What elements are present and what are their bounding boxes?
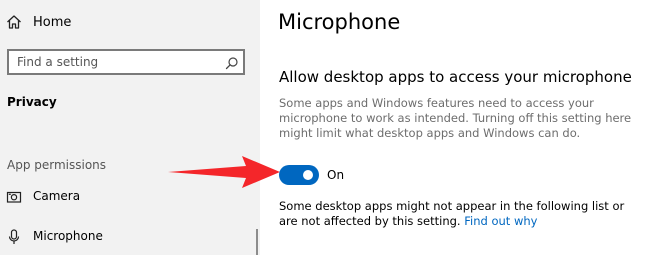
microphone-icon — [6, 229, 22, 245]
section-title: Allow desktop apps to access your microp… — [279, 68, 632, 86]
toggle-state-label: On — [327, 168, 345, 182]
search-box[interactable] — [7, 49, 245, 75]
page-title: Microphone — [278, 10, 401, 34]
toggle-knob — [303, 170, 313, 180]
note-body: Some desktop apps might not appear in th… — [279, 199, 625, 228]
home-icon — [6, 14, 22, 30]
sidebar-item-label: Camera — [33, 189, 81, 203]
home-nav-item[interactable]: Home — [0, 6, 255, 40]
sidebar: Home Privacy App permissions Camera — [0, 0, 260, 255]
category-title: Privacy — [7, 95, 57, 109]
section-description: Some apps and Windows features need to a… — [279, 96, 632, 140]
find-out-why-link[interactable]: Find out why — [464, 214, 537, 228]
sidebar-item-microphone[interactable]: Microphone — [0, 221, 255, 253]
sidebar-scrollbar[interactable] — [256, 229, 258, 255]
note-text: Some desktop apps might not appear in th… — [279, 199, 644, 229]
search-input[interactable] — [17, 54, 217, 70]
microphone-access-toggle[interactable] — [279, 165, 319, 185]
camera-icon — [6, 189, 22, 205]
group-title: App permissions — [7, 158, 107, 172]
home-label: Home — [33, 15, 72, 30]
sidebar-item-label: Microphone — [33, 229, 103, 243]
search-icon[interactable] — [225, 55, 239, 70]
arrow-right-icon — [168, 156, 280, 188]
